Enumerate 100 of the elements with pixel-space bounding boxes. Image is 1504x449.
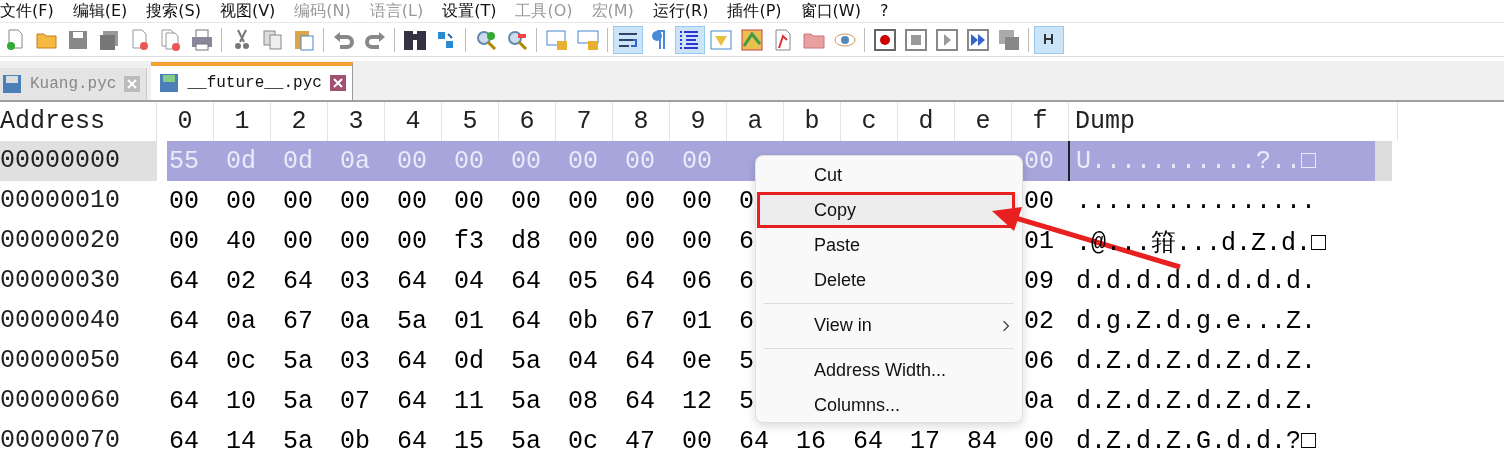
fast-forward-icon	[965, 27, 990, 52]
hex-cell: 5a	[283, 386, 313, 416]
hex-cell: f3	[454, 226, 484, 256]
address-cell-text: 00000050	[0, 345, 122, 377]
hex-cell: 03	[340, 346, 370, 376]
hex-cell: 0a	[340, 146, 370, 176]
hex-cell: 00	[1024, 426, 1054, 449]
hex-cell: 00	[454, 146, 484, 176]
menu-item[interactable]: Cut	[760, 158, 1018, 193]
hex-cell: 6	[739, 266, 754, 296]
hex-cell: 64	[739, 426, 769, 449]
hex-cell: 0d	[454, 346, 484, 376]
indent-guide-button[interactable]	[674, 25, 705, 54]
hex-cell: 00	[568, 186, 598, 216]
hex-cell: 64	[397, 386, 427, 416]
hex-cell: 5	[739, 386, 754, 416]
hex-cell: 00	[454, 186, 484, 216]
menu-item[interactable]: Address Width...	[760, 353, 1018, 388]
hex-cell: 01	[1024, 226, 1054, 256]
address-cell-text: 00000030	[0, 265, 122, 297]
hex-cell: 0e	[682, 346, 712, 376]
address-cell-text: 00000040	[0, 305, 122, 337]
play-icon	[934, 27, 959, 52]
hex-cell: 0b	[568, 306, 598, 336]
hex-cell: 0d	[226, 146, 256, 176]
hex-cell: 16	[796, 426, 826, 449]
menu-item[interactable]: Delete	[760, 263, 1018, 298]
hex-cell: 5a	[397, 306, 427, 336]
hex-cell: 5a	[283, 426, 313, 449]
hex-cell: 00	[397, 226, 427, 256]
file-tab[interactable]: __future__.pyc	[151, 62, 353, 100]
hex-cell: 09	[1024, 266, 1054, 296]
dump-text: d.Z.d.Z.d.Z.d.Z.	[1076, 346, 1317, 376]
hex-cell: 00	[1024, 146, 1054, 176]
word-wrap-button[interactable]	[612, 25, 643, 54]
hex-cell: 00	[397, 146, 427, 176]
copy-icon	[260, 27, 285, 52]
hex-cell: 05	[568, 266, 598, 296]
hex-cell: 06	[1024, 346, 1054, 376]
hex-cell: 00	[169, 226, 199, 256]
stop-icon	[903, 27, 928, 52]
hex-cell: 64	[853, 426, 883, 449]
hex-cell: 64	[283, 266, 313, 296]
hex-cell: 6	[739, 306, 754, 336]
hex-cell: 64	[397, 426, 427, 449]
hex-cell: 64	[511, 266, 541, 296]
hex-cell: 00	[169, 186, 199, 216]
dump-text: ................	[1076, 186, 1317, 216]
hex-cell: 07	[340, 386, 370, 416]
hex-cell: 6	[739, 226, 754, 256]
dump-text: d.Z.d.Z.G.d.d.?□	[1076, 426, 1317, 449]
hex-cell: 00	[682, 226, 712, 256]
address-cell: 00000000	[0, 141, 157, 181]
hex-cell: 01	[454, 306, 484, 336]
window-icon	[708, 27, 733, 52]
hex-cell: 10	[226, 386, 256, 416]
hex-cell: 17	[910, 426, 940, 449]
hex-cell: 64	[169, 266, 199, 296]
hex-cell: 64	[169, 346, 199, 376]
hex-cell: 00	[682, 146, 712, 176]
hex-cell: d8	[511, 226, 541, 256]
hex-cell: 67	[283, 306, 313, 336]
menu-item[interactable]: Columns...	[760, 388, 1018, 423]
dump-text: d.g.Z.d.g.e...Z.	[1076, 306, 1317, 336]
printer-icon	[189, 27, 214, 52]
hex-cell: 14	[226, 426, 256, 449]
hex-editor-button[interactable]	[1033, 25, 1064, 54]
hex-cell: 15	[454, 426, 484, 449]
window-lock-icon	[575, 27, 600, 52]
address-cell-text: 00000010	[0, 185, 122, 217]
close-icon[interactable]	[329, 75, 346, 91]
dump-text: U...........?..□	[1076, 146, 1317, 176]
hex-cell: 02	[1024, 306, 1054, 336]
hex-cell: 5	[739, 346, 754, 376]
hex-cell: 84	[967, 426, 997, 449]
hex-cell: 03	[340, 266, 370, 296]
hex-cell: 0a	[1024, 386, 1054, 416]
hex-cell: 02	[226, 266, 256, 296]
menu-item[interactable]: Paste	[760, 228, 1018, 263]
hex-cell: 00	[511, 146, 541, 176]
hex-cell: 00	[1024, 186, 1054, 216]
hex-cell: 00	[511, 186, 541, 216]
hex-cell: 12	[682, 386, 712, 416]
hex-cell: 00	[397, 186, 427, 216]
hex-cell: 67	[625, 306, 655, 336]
hex-cell: 0b	[340, 426, 370, 449]
hex-cell: 64	[169, 426, 199, 449]
hex-cell: 00	[340, 226, 370, 256]
hex-cell: 64	[397, 346, 427, 376]
hex-cell: 5a	[511, 426, 541, 449]
dump-text: d.d.d.d.d.d.d.d.	[1076, 266, 1317, 296]
hex-cell: 0c	[226, 346, 256, 376]
close-files-icon	[158, 27, 183, 52]
menu-item[interactable]: View in	[760, 308, 1018, 343]
hex-cell: 0a	[226, 306, 256, 336]
hex-cell: 00	[283, 186, 313, 216]
chevron-right-icon	[1002, 319, 1010, 332]
hex-cell: 64	[625, 266, 655, 296]
window-lock-icon	[544, 27, 569, 52]
hex-cell: 64	[625, 386, 655, 416]
